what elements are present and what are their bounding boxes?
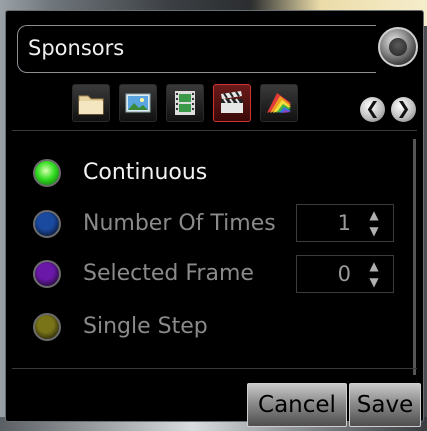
options-scrollbar[interactable] bbox=[413, 139, 416, 375]
stepper-arrows: ▲ ▼ bbox=[359, 258, 389, 290]
radio-selected-frame[interactable] bbox=[33, 260, 61, 288]
radio-number-of-times[interactable] bbox=[33, 210, 61, 238]
stepper-value: 0 bbox=[337, 262, 351, 286]
filmstrip-tool-button[interactable] bbox=[166, 84, 204, 122]
option-label: Selected Frame bbox=[83, 261, 254, 286]
top-divider bbox=[12, 130, 417, 131]
image-tool-button[interactable] bbox=[119, 84, 157, 122]
media-toolbar bbox=[72, 84, 302, 122]
clapperboard-icon bbox=[221, 91, 243, 113]
orb-icon bbox=[389, 38, 407, 56]
folder-icon bbox=[78, 95, 104, 115]
option-label: Number Of Times bbox=[83, 211, 276, 236]
cancel-button[interactable]: Cancel bbox=[247, 383, 347, 427]
decrement-icon[interactable]: ▼ bbox=[363, 275, 385, 289]
decrement-icon[interactable]: ▼ bbox=[363, 224, 385, 238]
color-palette-icon bbox=[267, 93, 291, 113]
stepper-value: 1 bbox=[337, 211, 351, 235]
next-button[interactable]: ❯ bbox=[391, 97, 416, 122]
color-tool-button[interactable] bbox=[260, 84, 298, 122]
previous-button[interactable]: ❮ bbox=[360, 97, 385, 122]
dialog-title: Sponsors bbox=[28, 36, 125, 60]
increment-icon[interactable]: ▲ bbox=[363, 208, 385, 222]
title-field: Sponsors bbox=[17, 25, 376, 73]
clapperboard-tool-button[interactable] bbox=[213, 84, 251, 122]
radio-single-step[interactable] bbox=[33, 313, 61, 341]
filmstrip-icon bbox=[175, 91, 195, 115]
image-icon bbox=[125, 93, 151, 113]
folder-tool-button[interactable] bbox=[72, 84, 110, 122]
option-label: Continuous bbox=[83, 160, 208, 185]
save-button[interactable]: Save bbox=[349, 383, 421, 427]
radio-continuous[interactable] bbox=[33, 159, 61, 187]
option-label: Single Step bbox=[83, 314, 208, 339]
sponsors-dialog: Sponsors ❮ ❯ Continuous Number Of Times … bbox=[5, 10, 424, 427]
selected-frame-stepper[interactable]: 0 ▲ ▼ bbox=[296, 255, 394, 293]
settings-orb-button[interactable] bbox=[378, 27, 418, 67]
number-of-times-stepper[interactable]: 1 ▲ ▼ bbox=[296, 204, 394, 242]
stepper-arrows: ▲ ▼ bbox=[359, 207, 389, 239]
bottom-divider bbox=[12, 368, 417, 369]
increment-icon[interactable]: ▲ bbox=[363, 259, 385, 273]
